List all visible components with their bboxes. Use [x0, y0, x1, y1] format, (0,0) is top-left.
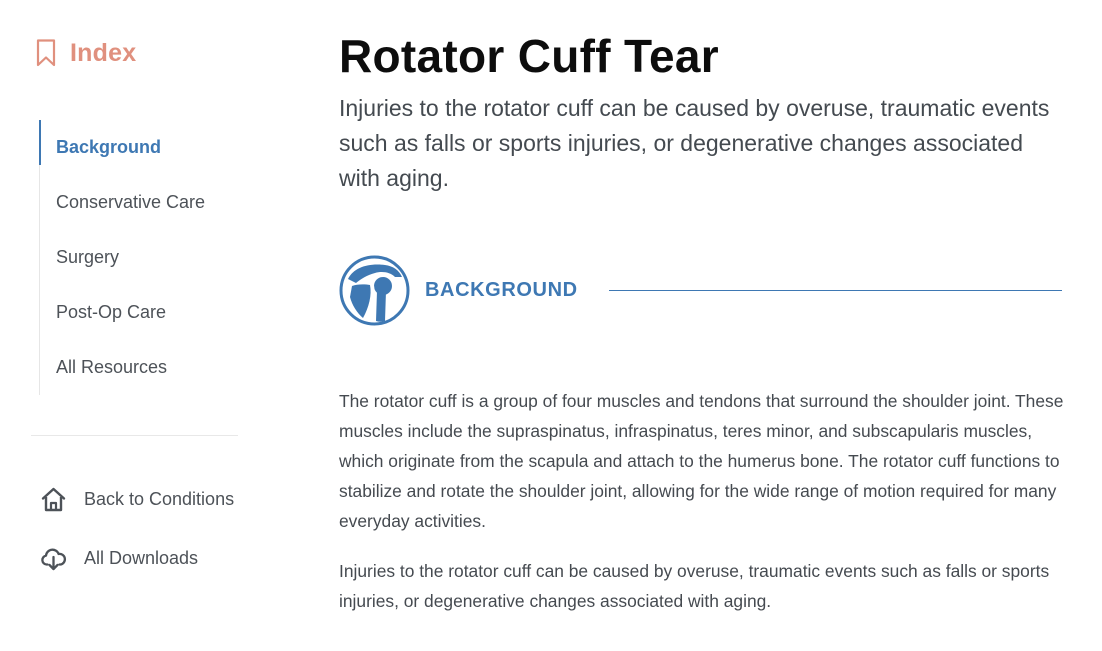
back-to-conditions-label: Back to Conditions [84, 489, 235, 509]
page-title: Rotator Cuff Tear [339, 30, 719, 82]
sidebar-item-all-resources[interactable]: All Resources [40, 340, 260, 395]
page-subtitle: Injuries to the rotator cuff can be caus… [339, 95, 1050, 191]
section-divider [608, 289, 1062, 291]
cloud-download-icon [41, 548, 67, 571]
sidebar: Index Background Conservative Care Surge… [0, 0, 300, 651]
sidebar-item-conservative-care[interactable]: Conservative Care [40, 175, 260, 230]
back-to-conditions-link[interactable]: Back to Conditions [40, 486, 234, 513]
all-downloads-link[interactable]: All Downloads [40, 545, 198, 572]
sidebar-item-surgery[interactable]: Surgery [40, 230, 260, 285]
body-paragraph: Injuries to the rotator cuff can be caus… [339, 561, 1050, 611]
page: Index Background Conservative Care Surge… [0, 0, 1102, 651]
section-header: BACKGROUND [339, 254, 1062, 326]
sidebar-item-post-op-care[interactable]: Post-Op Care [40, 285, 260, 340]
index-title: Index [70, 39, 137, 67]
index-header: Index [36, 38, 136, 68]
body-paragraph: The rotator cuff is a group of four musc… [339, 391, 1064, 531]
home-icon [41, 487, 66, 512]
sidebar-divider [31, 435, 238, 436]
bookmark-icon [36, 39, 56, 67]
all-downloads-label: All Downloads [84, 548, 199, 568]
section-nav: Background Conservative Care Surgery Pos… [39, 120, 260, 395]
section-title: BACKGROUND [425, 278, 578, 301]
shoulder-joint-icon [339, 255, 410, 325]
sidebar-item-background[interactable]: Background [39, 120, 260, 175]
